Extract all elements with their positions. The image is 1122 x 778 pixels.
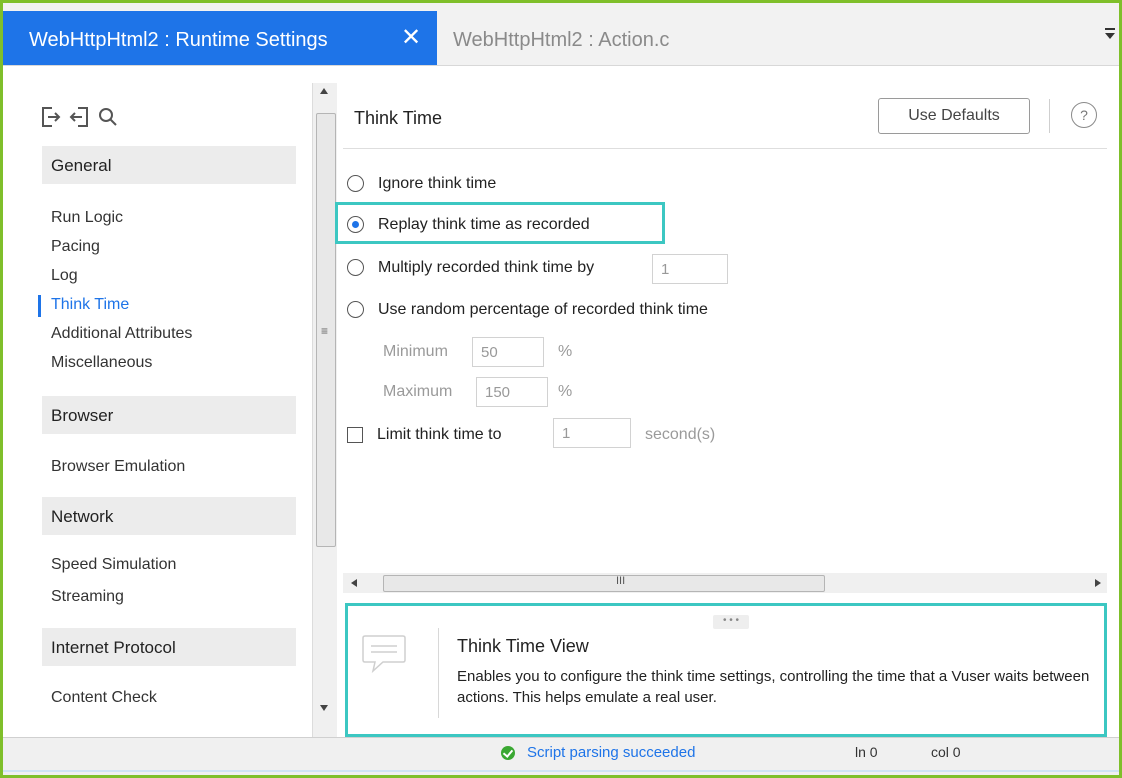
scroll-left-icon[interactable]	[351, 579, 357, 587]
sidebar: General Run Logic Pacing Log Think Time …	[3, 66, 311, 737]
tab-runtime-settings[interactable]: WebHttpHtml2 : Runtime Settings ✕	[3, 11, 437, 65]
option-ignore-label: Ignore think time	[378, 175, 497, 192]
option-random-label: Use random percentage of recorded think …	[378, 301, 708, 318]
option-replay-as-recorded[interactable]: Replay think time as recorded	[347, 216, 590, 234]
scroll-grip-icon: ≡	[321, 324, 329, 338]
tab-menu-icon[interactable]	[1105, 25, 1115, 41]
import-icon[interactable]	[69, 106, 89, 128]
limit-checkbox[interactable]	[347, 426, 363, 443]
scroll-down-icon[interactable]	[320, 705, 328, 711]
highlight-info-panel	[345, 603, 1107, 737]
sidebar-item-think-time[interactable]: Think Time	[51, 296, 129, 314]
radio-replay[interactable]	[347, 216, 364, 234]
sidebar-item-streaming[interactable]: Streaming	[51, 588, 124, 606]
option-limit-think-time[interactable]: Limit think time to	[347, 426, 501, 444]
export-icon[interactable]	[41, 106, 61, 128]
option-limit-label: Limit think time to	[377, 426, 502, 443]
scroll-up-icon[interactable]	[320, 88, 328, 94]
option-random-percentage[interactable]: Use random percentage of recorded think …	[347, 301, 708, 319]
scrollbar-thumb[interactable]: ≡	[316, 113, 336, 547]
radio-random[interactable]	[347, 301, 364, 319]
status-accent-line	[3, 770, 1119, 772]
maximum-percent: %	[558, 383, 573, 400]
horizontal-scrollbar[interactable]: III	[343, 573, 1107, 593]
minimum-input[interactable]: 50	[472, 337, 544, 367]
minimum-percent: %	[558, 343, 573, 360]
header-divider	[343, 148, 1107, 149]
sidebar-toolbar	[41, 106, 122, 128]
minimum-label: Minimum	[383, 343, 448, 360]
toolbar-divider	[1049, 99, 1050, 133]
section-general[interactable]: General	[42, 146, 296, 184]
sidebar-item-run-logic[interactable]: Run Logic	[51, 209, 123, 227]
section-browser[interactable]: Browser	[42, 396, 296, 434]
main-panel: Think Time Use Defaults ? Ignore think t…	[335, 66, 1119, 737]
tab-action-c[interactable]: WebHttpHtml2 : Action.c	[453, 29, 669, 52]
option-multiply[interactable]: Multiply recorded think time by	[347, 259, 594, 277]
check-circle-icon	[501, 746, 515, 760]
sidebar-item-speed-simulation[interactable]: Speed Simulation	[51, 556, 176, 574]
sidebar-item-pacing[interactable]: Pacing	[51, 238, 100, 256]
radio-ignore[interactable]	[347, 175, 364, 193]
page-title: Think Time	[354, 108, 443, 128]
sidebar-item-miscellaneous[interactable]: Miscellaneous	[51, 354, 152, 372]
runtime-settings-window: WebHttpHtml2 : Runtime Settings ✕ WebHtt…	[3, 3, 1119, 775]
sidebar-item-browser-emulation[interactable]: Browser Emulation	[51, 458, 185, 476]
status-message: Script parsing succeeded	[527, 744, 696, 761]
column-indicator: col 0	[931, 744, 961, 760]
search-icon[interactable]	[98, 106, 118, 128]
maximum-label: Maximum	[383, 383, 453, 400]
multiply-input[interactable]: 1	[652, 254, 728, 284]
active-indicator	[38, 295, 41, 317]
use-defaults-button[interactable]: Use Defaults	[878, 98, 1030, 134]
option-multiply-label: Multiply recorded think time by	[378, 259, 595, 276]
scroll-right-icon[interactable]	[1095, 579, 1101, 587]
radio-multiply[interactable]	[347, 259, 364, 277]
limit-input[interactable]: 1	[553, 418, 631, 448]
section-internet-protocol-title: Internet Protocol	[51, 638, 176, 657]
section-browser-title: Browser	[51, 406, 114, 425]
sidebar-item-additional-attributes[interactable]: Additional Attributes	[51, 325, 192, 343]
line-indicator: ln 0	[855, 744, 878, 760]
limit-unit: second(s)	[645, 426, 716, 443]
tab-bar: WebHttpHtml2 : Runtime Settings ✕ WebHtt…	[3, 3, 1119, 66]
section-network-title: Network	[51, 507, 114, 526]
info-panel: • • • Think Time View Enables you to con…	[345, 603, 1107, 737]
horizontal-grip: III	[616, 575, 626, 587]
option-ignore-think-time[interactable]: Ignore think time	[347, 175, 496, 193]
tab-runtime-settings-label: WebHttpHtml2 : Runtime Settings	[29, 29, 328, 51]
horizontal-scrollbar-thumb[interactable]: III	[383, 575, 825, 592]
section-internet-protocol[interactable]: Internet Protocol	[42, 628, 296, 666]
help-icon[interactable]: ?	[1071, 102, 1097, 128]
section-general-title: General	[51, 156, 112, 175]
sidebar-scrollbar[interactable]: ≡	[312, 83, 337, 743]
sidebar-item-log[interactable]: Log	[51, 267, 78, 285]
option-replay-label: Replay think time as recorded	[378, 216, 590, 233]
maximum-input[interactable]: 150	[476, 377, 548, 407]
sidebar-item-content-check[interactable]: Content Check	[51, 689, 157, 707]
close-icon[interactable]: ✕	[401, 25, 421, 51]
status-bar: Script parsing succeeded ln 0 col 0	[3, 737, 1119, 775]
section-network[interactable]: Network	[42, 497, 296, 535]
